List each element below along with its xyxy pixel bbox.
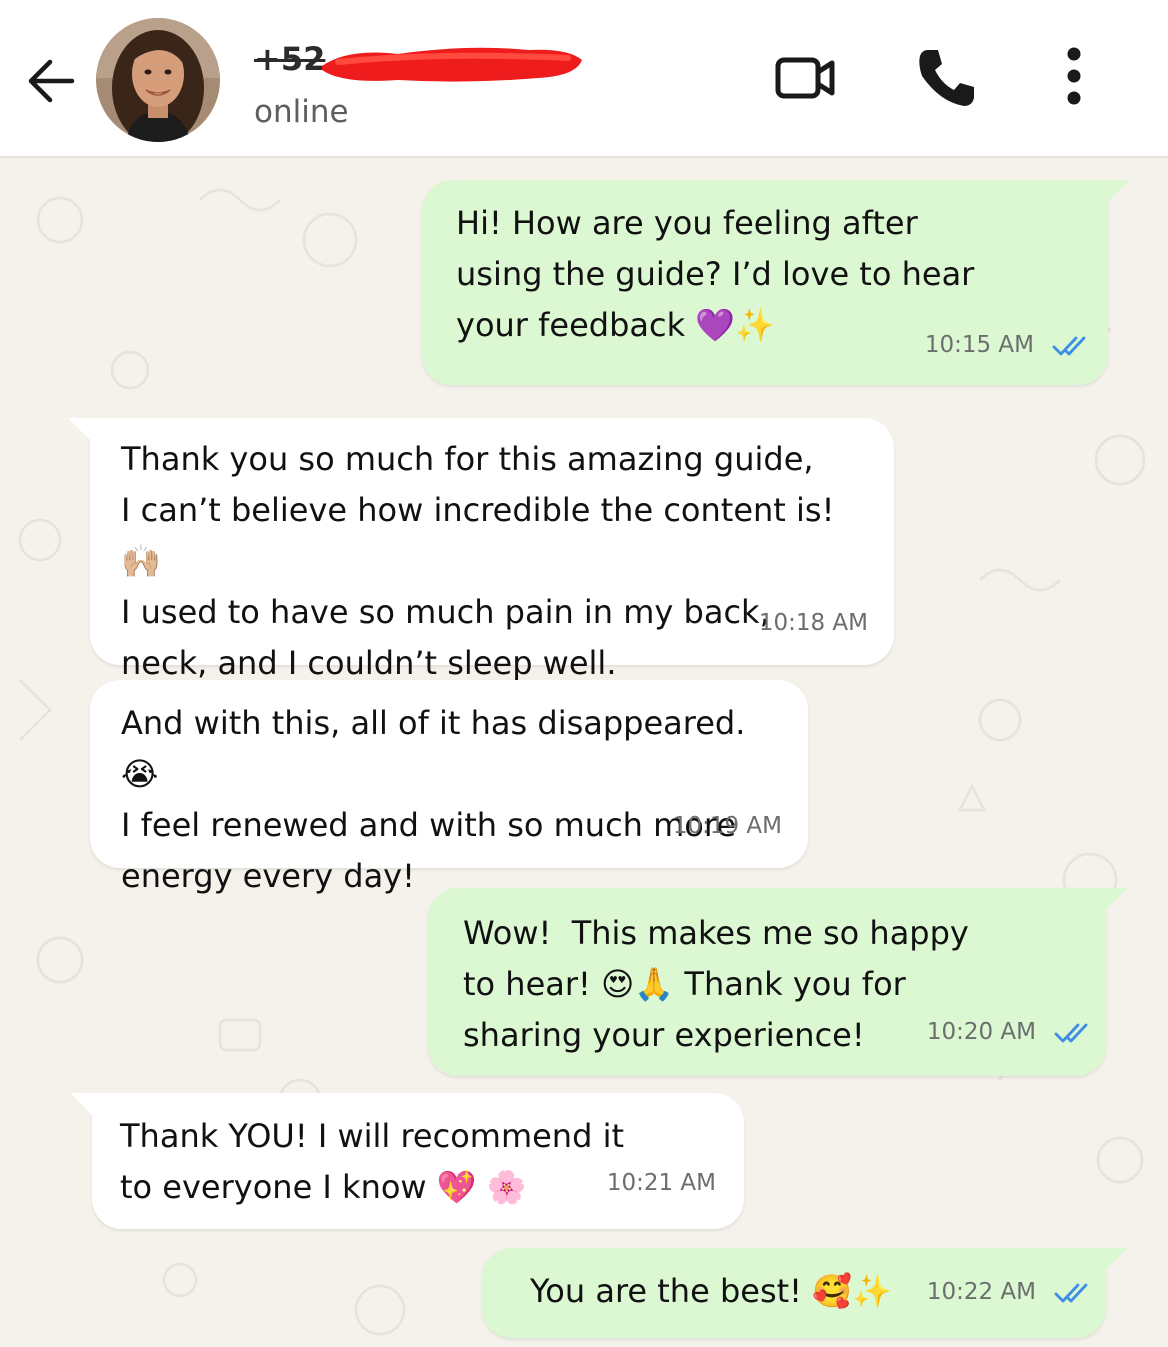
contact-avatar[interactable] [96, 18, 220, 142]
message-time: 10:20 AM [926, 1019, 1036, 1045]
bubble-tail [1104, 888, 1128, 912]
bubble-tail [70, 1093, 94, 1117]
double-check-icon [1054, 1283, 1088, 1302]
message-time: 10:21 AM [606, 1170, 716, 1196]
more-vertical-icon [1067, 47, 1081, 105]
video-call-button[interactable] [774, 50, 838, 106]
message-text: And with this, all of it has disappeared… [121, 704, 746, 895]
message-time: 10:19 AM [672, 813, 782, 839]
back-button[interactable] [24, 54, 78, 108]
bubble-tail [1104, 1248, 1128, 1272]
contact-number[interactable]: +52 [254, 40, 325, 78]
message-incoming[interactable]: Thank you so much for this amazing guide… [68, 418, 894, 682]
message-text: Thank you so much for this amazing guide… [121, 440, 835, 682]
double-check-icon [1052, 336, 1086, 355]
redaction-mark [322, 47, 582, 82]
message-meta: 10:15 AM [925, 320, 1086, 371]
message-meta: 10:22 AM [927, 1267, 1088, 1318]
message-time: 10:22 AM [926, 1279, 1036, 1305]
message-outgoing[interactable]: You are the best! 🥰✨ 10:22 AM [482, 1248, 1128, 1338]
message-incoming[interactable]: And with this, all of it has disappeared… [90, 680, 808, 895]
message-time: 10:15 AM [924, 332, 1034, 358]
message-outgoing[interactable]: Hi! How are you feeling after using the … [422, 180, 1130, 385]
message-time: 10:18 AM [758, 610, 868, 636]
chat-header: +52 online [0, 0, 1168, 158]
double-check-icon [1054, 1023, 1088, 1042]
contact-status: online [254, 94, 349, 130]
phone-icon [919, 50, 974, 106]
message-meta: 10:21 AM [607, 1158, 716, 1209]
bubble-tail [1106, 180, 1130, 204]
voice-call-button[interactable] [914, 44, 980, 110]
arrow-left-icon [28, 59, 75, 103]
message-meta: 10:18 AM [759, 598, 868, 649]
video-camera-icon [775, 57, 835, 99]
message-incoming[interactable]: Thank YOU! I will recommend it to everyo… [70, 1093, 744, 1229]
message-meta: 10:20 AM [927, 1007, 1088, 1058]
message-outgoing[interactable]: Wow! This makes me so happy to hear! 😍🙏 … [428, 888, 1128, 1076]
bubble-tail [68, 418, 92, 442]
message-list[interactable]: Hi! How are you feeling after using the … [0, 160, 1168, 1347]
message-meta: 10:19 AM [673, 801, 782, 852]
more-options-button[interactable] [1052, 42, 1096, 112]
